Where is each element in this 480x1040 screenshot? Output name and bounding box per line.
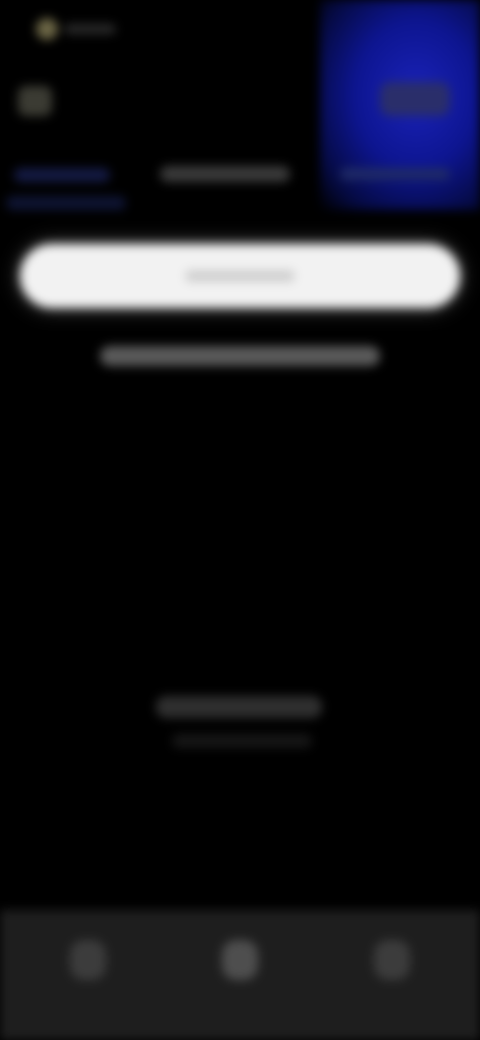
status-indicator-icon: [36, 18, 58, 40]
app-screen: [0, 0, 480, 1040]
search-input[interactable]: [20, 244, 460, 308]
menu-icon[interactable]: [18, 86, 52, 116]
status-clock: [36, 18, 126, 40]
search-icon: [222, 940, 258, 980]
nav-item-search[interactable]: [210, 930, 270, 990]
search-placeholder: [185, 270, 295, 282]
header-left-label[interactable]: [14, 168, 110, 182]
featured-card-label: [340, 168, 450, 180]
profile-icon: [374, 940, 410, 980]
empty-state-caption: [172, 734, 312, 748]
search-hint: [100, 346, 380, 366]
nav-item-home[interactable]: [58, 930, 118, 990]
featured-card-artwork: [380, 82, 450, 116]
nav-item-profile[interactable]: [362, 930, 422, 990]
empty-state-title: [156, 696, 322, 718]
header-left-sublabel: [6, 196, 126, 210]
status-time-text: [64, 24, 116, 34]
header-center-label[interactable]: [160, 166, 290, 182]
home-icon: [70, 940, 106, 980]
